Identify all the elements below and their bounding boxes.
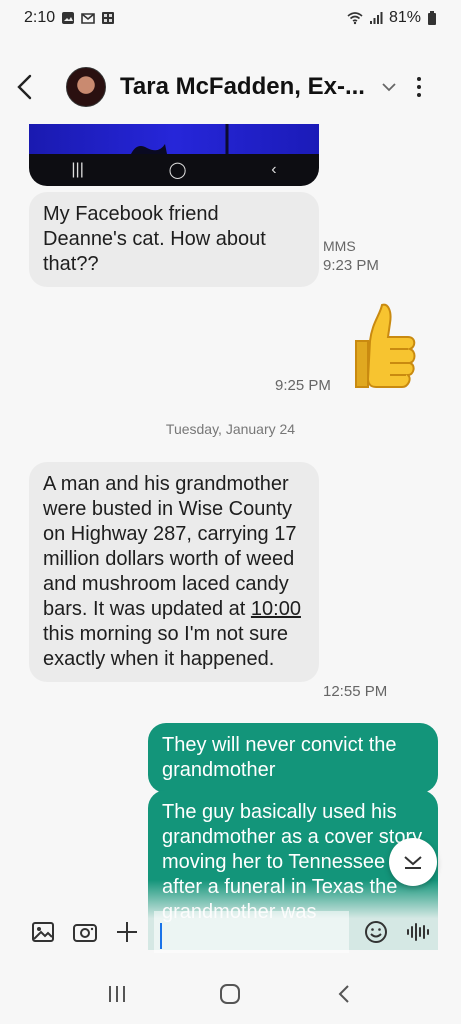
battery-icon <box>428 11 436 25</box>
recents-icon: ||| <box>71 161 84 178</box>
voice-record-button[interactable] <box>397 911 439 953</box>
status-right: 81% <box>347 9 437 27</box>
message-time: 9:23 PM <box>323 257 379 274</box>
thumbs-up-emoji[interactable] <box>352 303 418 393</box>
status-bar: 2:10 81% <box>0 0 461 36</box>
back-icon <box>338 985 349 1003</box>
gallery-button[interactable] <box>22 911 64 953</box>
more-vertical-icon <box>417 85 421 89</box>
emoji-icon <box>365 921 387 943</box>
message-bubble-incoming[interactable]: My Facebook friend Deanne's cat. How abo… <box>29 192 319 287</box>
contact-dropdown-button[interactable] <box>377 75 401 99</box>
message-text: this morning so I'm not sure exactly whe… <box>43 623 289 670</box>
scroll-to-bottom-button[interactable] <box>389 838 437 886</box>
date-separator: Tuesday, January 24 <box>165 421 296 437</box>
chevron-down-icon <box>382 83 396 92</box>
text-cursor <box>160 923 162 949</box>
image-attachment[interactable]: ||| ◯ ‹ <box>29 124 319 186</box>
clock: 2:10 <box>24 9 56 26</box>
message-bubble-incoming[interactable]: A man and his grandmother were busted in… <box>29 462 319 682</box>
voice-icon <box>407 923 429 941</box>
camera-button[interactable] <box>64 911 106 953</box>
more-options-button[interactable] <box>407 75 431 99</box>
wifi-icon <box>347 12 363 25</box>
message-time: 12:55 PM <box>323 683 388 700</box>
back-button[interactable] <box>16 67 56 107</box>
image-icon <box>62 12 75 24</box>
back-arrow-icon <box>17 74 32 100</box>
message-text: They will never convict the grandmother <box>162 734 397 781</box>
more-vertical-icon <box>417 93 421 97</box>
avatar[interactable] <box>66 67 106 107</box>
recents-button[interactable] <box>97 974 137 1014</box>
home-icon <box>220 984 241 1004</box>
conversation-header: Tara McFadden, Ex-... <box>0 55 461 119</box>
message-type: MMS <box>323 238 356 254</box>
app-icon <box>102 12 115 24</box>
status-left: 2:10 <box>24 9 115 27</box>
message-time: 9:25 PM <box>275 377 331 394</box>
gmail-icon <box>81 13 95 24</box>
attachment-image <box>29 124 319 154</box>
message-composer <box>0 902 461 962</box>
message-input[interactable] <box>154 911 349 953</box>
recents-icon <box>108 986 125 1002</box>
emoji-button[interactable] <box>355 911 397 953</box>
attachment-nav-bar: ||| ◯ ‹ <box>29 154 319 186</box>
camera-icon <box>73 924 97 942</box>
back-icon: ‹ <box>271 161 277 178</box>
home-button[interactable] <box>210 974 250 1014</box>
contact-name[interactable]: Tara McFadden, Ex-... <box>120 73 365 101</box>
message-meta: MMS 9:23 PM <box>323 236 379 276</box>
back-button-nav[interactable] <box>324 974 364 1014</box>
time-link[interactable]: 10:00 <box>251 598 301 620</box>
home-icon: ◯ <box>168 162 187 179</box>
system-nav-bar <box>0 964 461 1024</box>
chevron-down-icon <box>404 856 422 869</box>
add-attachment-button[interactable] <box>106 911 148 953</box>
battery-percent: 81% <box>388 9 421 26</box>
plus-icon <box>117 922 137 942</box>
message-input-field[interactable] <box>154 911 349 953</box>
message-bubble-outgoing[interactable]: They will never convict the grandmother <box>148 723 438 793</box>
signal-icon <box>369 12 383 24</box>
more-vertical-icon <box>417 77 421 81</box>
gallery-icon <box>32 922 54 942</box>
message-text: My Facebook friend Deanne's cat. How abo… <box>43 203 266 275</box>
